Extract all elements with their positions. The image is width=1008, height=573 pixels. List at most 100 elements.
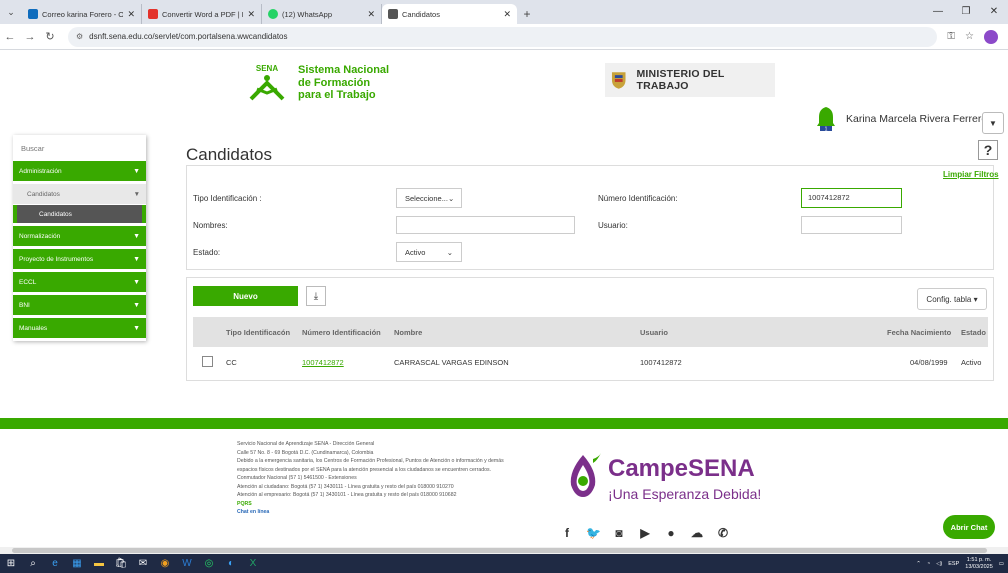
search-icon[interactable]: ⌕ — [24, 557, 42, 571]
nombres-label: Nombres: — [193, 221, 228, 230]
mail-icon[interactable]: ✉ — [134, 557, 152, 571]
row-checkbox[interactable] — [202, 356, 213, 367]
close-icon[interactable]: ✕ — [367, 9, 375, 20]
col-numero[interactable]: Número Identificación — [302, 328, 381, 337]
soundcloud-icon[interactable]: ☁ — [690, 526, 704, 540]
numero-id-input[interactable]: 1007412872 — [801, 188, 902, 208]
ministerio-logo: MINISTERIO DEL TRABAJO — [605, 63, 775, 97]
site-info-icon[interactable]: ⚙ — [76, 32, 83, 41]
sidebar-item-label: Normalización — [19, 232, 61, 240]
help-button[interactable]: ? — [978, 140, 998, 160]
cell-numero-link[interactable]: 1007412872 — [302, 358, 344, 367]
chrome-icon[interactable]: ◉ — [156, 557, 174, 571]
taskview-icon[interactable]: ▦ — [68, 557, 86, 571]
tab-whatsapp[interactable]: (12) WhatsApp ✕ — [262, 4, 382, 24]
bookmark-star-icon[interactable]: ☆ — [965, 31, 974, 42]
chevron-down-icon: ▼ — [133, 324, 140, 332]
tab-candidatos[interactable]: Candidatos ✕ — [382, 4, 517, 24]
sidebar-item-label: Candidatos — [27, 190, 60, 198]
chat-link[interactable]: Chat en línea — [237, 508, 547, 517]
notifications-icon[interactable]: ▭ — [999, 561, 1004, 567]
horizontal-scrollbar[interactable] — [0, 547, 1008, 554]
usuario-input[interactable] — [801, 216, 902, 234]
explorer-icon[interactable]: ▬ — [90, 557, 108, 571]
sidebar-search[interactable]: Buscar — [13, 135, 146, 161]
close-icon[interactable]: ✕ — [503, 9, 511, 20]
config-tabla-button[interactable]: Config. tabla ▾ — [917, 288, 987, 310]
col-usuario[interactable]: Usuario — [640, 328, 668, 337]
restore-icon[interactable]: ❐ — [952, 0, 980, 24]
whatsapp-icon[interactable]: ✆ — [716, 526, 730, 540]
reload-icon[interactable]: ↻ — [40, 30, 60, 43]
pqrs-link[interactable]: PQRS — [237, 500, 547, 509]
col-nombre[interactable]: Nombre — [394, 328, 422, 337]
sena-title: Sistema Nacional de Formación para el Tr… — [298, 64, 390, 101]
chevron-down-icon: ▼ — [133, 278, 140, 286]
close-icon[interactable]: ✕ — [247, 9, 255, 20]
facebook-icon[interactable]: f — [560, 526, 574, 540]
close-window-icon[interactable]: ✕ — [980, 0, 1008, 24]
windows-taskbar: ⊞ ⌕ e ▦ ▬ 🛍 ✉ ◉ W ◎ ◐ X ⌃ ◔ ◁) ESP 1:51 … — [0, 554, 1008, 573]
network-icon[interactable]: ◔ — [927, 561, 930, 567]
tab-word-pdf[interactable]: Convertir Word a PDF | Docum ✕ — [142, 4, 262, 24]
tab-search-icon[interactable]: ⌄ — [0, 0, 22, 24]
col-fecha[interactable]: Fecha Nacimiento — [887, 328, 951, 337]
sidebar-item-eccl[interactable]: ECCL ▼ — [13, 272, 146, 292]
cell-usuario: 1007412872 — [640, 358, 682, 367]
tipo-id-value: Seleccione... — [405, 193, 448, 203]
sidebar-item-bni[interactable]: BNI ▼ — [13, 295, 146, 315]
nombres-input[interactable] — [396, 216, 575, 234]
key-icon[interactable]: ⚿ — [947, 31, 955, 42]
store-icon[interactable]: 🛍 — [112, 557, 130, 571]
outlook-icon — [28, 9, 38, 19]
instagram-icon[interactable]: ◙ — [612, 526, 626, 540]
back-icon[interactable]: ← — [0, 31, 20, 43]
url-input[interactable]: ⚙ dsnft.sena.edu.co/servlet/com.portalse… — [68, 26, 938, 47]
excel-icon[interactable]: X — [244, 557, 262, 571]
clock[interactable]: 1:51 p. m. 13/03/2025 — [965, 557, 993, 571]
sidebar-item-administracion[interactable]: Administración ▼ — [13, 161, 146, 181]
sena-favicon-icon — [388, 9, 398, 19]
sidebar-item-normalizacion[interactable]: Normalización ▼ — [13, 226, 146, 246]
chevron-down-icon: ⌄ — [447, 193, 455, 203]
whatsapp-taskbar-icon[interactable]: ◎ — [200, 557, 218, 571]
nuevo-button[interactable]: Nuevo — [193, 286, 298, 306]
minimize-icon[interactable]: — — [924, 0, 952, 24]
estado-value: Activo — [405, 247, 426, 257]
twitter-icon[interactable]: 🐦 — [586, 526, 601, 540]
sidebar-item-proyecto[interactable]: Proyecto de Instrumentos ▼ — [13, 249, 146, 269]
notification-bell-icon[interactable]: 1 — [815, 104, 837, 132]
sidebar: Buscar Administración ▼ Candidatos ▼ Can… — [13, 135, 146, 341]
sidebar-item-label: Proyecto de Instrumentos — [19, 255, 94, 263]
close-icon[interactable]: ✕ — [127, 9, 135, 20]
col-tipo[interactable]: Tipo Identificacón — [226, 328, 290, 337]
language-indicator[interactable]: ESP — [948, 561, 959, 567]
sidebar-item-manuales[interactable]: Manuales ▼ — [13, 318, 146, 338]
word-icon[interactable]: W — [178, 557, 196, 571]
forward-icon[interactable]: → — [20, 31, 40, 43]
col-estado[interactable]: Estado — [961, 328, 986, 337]
profile-avatar[interactable] — [984, 29, 998, 44]
edge-icon[interactable]: e — [46, 557, 64, 571]
new-tab-button[interactable]: + — [517, 4, 537, 24]
youtube-icon[interactable]: ▶ — [638, 526, 652, 540]
chevron-down-icon: ▼ — [133, 255, 140, 263]
download-icon[interactable]: ⤓ — [306, 286, 326, 306]
sidebar-subitem-candidatos[interactable]: Candidatos ▼ — [13, 184, 146, 204]
windows-start-icon[interactable]: ⊞ — [2, 557, 20, 571]
clear-filters-link[interactable]: Limpiar Filtros — [943, 170, 999, 179]
user-menu-dropdown[interactable]: ▼ — [982, 112, 1004, 134]
sidebar-item-candidatos-selected[interactable]: Candidatos — [13, 205, 146, 223]
volume-icon[interactable]: ◁) — [936, 561, 942, 567]
tipo-id-select[interactable]: Seleccione... ⌄ — [396, 188, 462, 208]
campesena-title: CampeSENA — [608, 455, 755, 482]
abrir-chat-button[interactable]: Abrir Chat — [943, 515, 995, 539]
edge-taskbar-icon[interactable]: ◐ — [222, 557, 240, 571]
tray-chevron-icon[interactable]: ⌃ — [916, 561, 921, 567]
estado-select[interactable]: Activo ⌄ — [396, 242, 462, 262]
tab-outlook[interactable]: Correo karina Forero - Outlook ✕ — [22, 4, 142, 24]
footer-green-bar — [0, 418, 1008, 429]
campesena-slogan: ¡Una Esperanza Debida! — [608, 486, 762, 502]
coat-of-arms-icon — [611, 72, 626, 89]
spotify-icon[interactable]: ● — [664, 526, 678, 540]
